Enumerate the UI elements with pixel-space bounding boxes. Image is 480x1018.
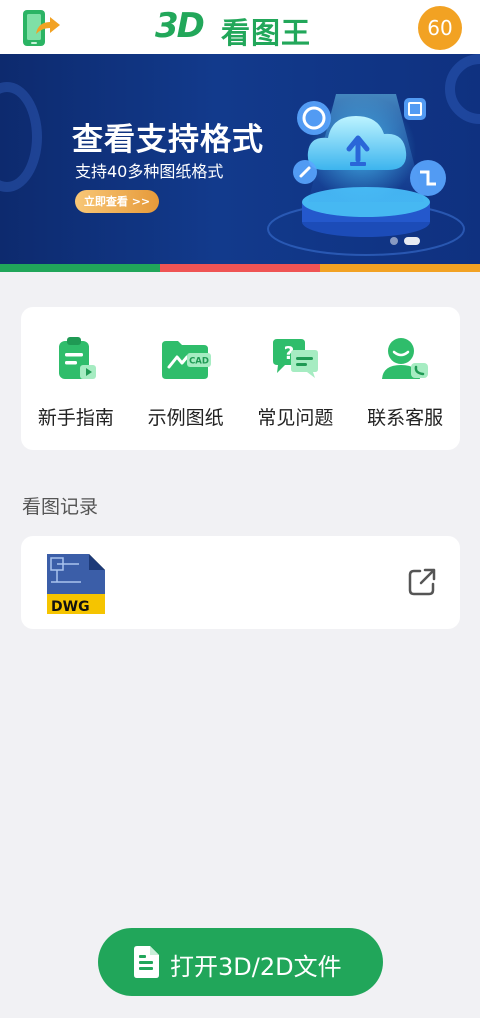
strip-green bbox=[0, 264, 160, 272]
file-name-placeholder bbox=[161, 572, 401, 592]
quick-action-sample-drawings[interactable]: CAD 示例图纸 bbox=[131, 307, 241, 450]
open-file-label: 打开3D/2D文件 bbox=[170, 953, 342, 981]
app-logo: 3D 看图王 bbox=[155, 6, 325, 50]
phone-share-icon[interactable] bbox=[20, 8, 64, 48]
strip-orange bbox=[320, 264, 480, 272]
open-external-icon[interactable] bbox=[406, 566, 438, 598]
document-icon bbox=[132, 945, 160, 979]
cad-folder-icon: CAD bbox=[160, 333, 212, 385]
support-agent-icon bbox=[379, 333, 431, 385]
carousel-dot-active bbox=[404, 237, 420, 245]
banner-subtitle: 支持40多种图纸格式 bbox=[75, 162, 224, 181]
decorative-ring bbox=[0, 82, 42, 192]
banner-view-button[interactable]: 立即查看 >> bbox=[75, 190, 159, 213]
faq-chat-icon: ? bbox=[269, 333, 321, 385]
quick-action-label: 新手指南 bbox=[37, 407, 114, 429]
quick-actions-card: 新手指南 CAD 示例图纸 ? 常见问题 联系客服 bbox=[21, 307, 460, 450]
quick-action-label: 示例图纸 bbox=[147, 407, 224, 429]
svg-text:CAD: CAD bbox=[189, 357, 209, 367]
quick-action-label: 联系客服 bbox=[367, 407, 444, 429]
top-bar: 3D 看图王 60 bbox=[0, 0, 480, 54]
quick-action-faq[interactable]: ? 常见问题 bbox=[241, 307, 351, 450]
quick-action-beginner-guide[interactable]: 新手指南 bbox=[21, 307, 131, 450]
cloud-upload-icon bbox=[258, 54, 480, 264]
logo-mark: 3D bbox=[155, 6, 205, 46]
quick-action-contact-support[interactable]: 联系客服 bbox=[350, 307, 460, 450]
file-type-label: DWG bbox=[51, 599, 90, 615]
clipboard-guide-icon bbox=[50, 333, 102, 385]
quick-action-label: 常见问题 bbox=[257, 407, 334, 429]
color-strip bbox=[0, 264, 480, 272]
history-section-title: 看图记录 bbox=[22, 496, 99, 518]
coin-balance-badge[interactable]: 60 bbox=[418, 6, 462, 50]
promo-banner[interactable]: 查看支持格式 支持40多种图纸格式 立即查看 >> bbox=[0, 54, 480, 264]
carousel-indicator bbox=[390, 236, 430, 246]
strip-red bbox=[160, 264, 320, 272]
banner-title: 查看支持格式 bbox=[72, 122, 264, 158]
history-list-item[interactable]: DWG bbox=[21, 536, 460, 629]
carousel-dot bbox=[390, 237, 398, 245]
open-file-button[interactable]: 打开3D/2D文件 bbox=[98, 928, 383, 996]
logo-text: 看图王 bbox=[221, 16, 312, 50]
dwg-file-icon: DWG bbox=[45, 552, 107, 616]
